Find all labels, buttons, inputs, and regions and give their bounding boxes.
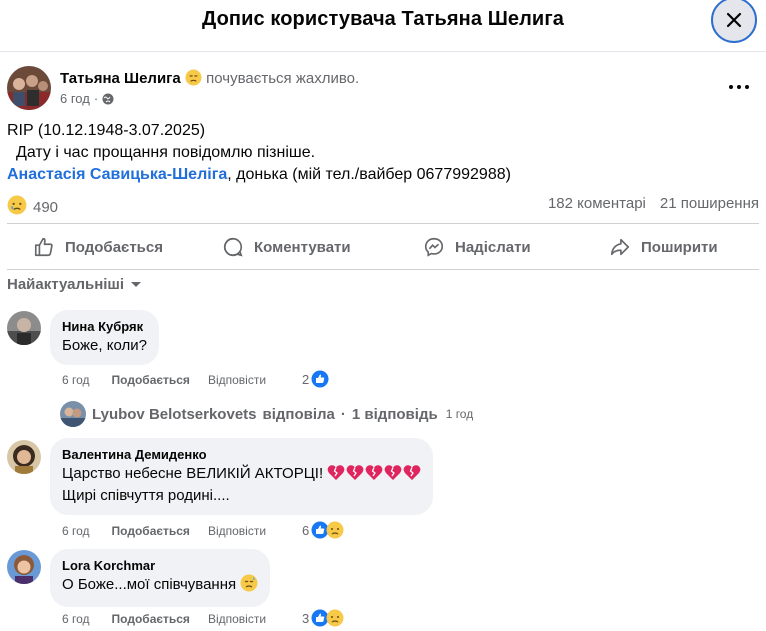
comment-reactions[interactable]: 6	[302, 521, 344, 539]
comment-meta: 6 год Подобається Відповісти	[62, 612, 266, 626]
share-icon	[610, 238, 630, 256]
comment-text-line1: О Боже...мої співчування	[62, 576, 237, 593]
close-icon	[726, 12, 742, 28]
comment-author[interactable]: Lora Korchmar	[62, 557, 258, 574]
comment-reaction-count: 3	[302, 610, 310, 626]
comment-meta: 6 год Подобається Відповісти	[62, 524, 266, 538]
post-line-2: Дату і час прощання повідомлю пізніше.	[16, 144, 316, 161]
sad-emoji-icon	[240, 574, 258, 599]
more-icon[interactable]	[726, 78, 752, 96]
like-button[interactable]: Подобається	[33, 224, 163, 270]
comment-like-button[interactable]: Подобається	[112, 524, 190, 538]
globe-icon	[102, 93, 114, 104]
comment-time[interactable]: 6 год	[62, 612, 90, 626]
comment-reply-button[interactable]: Відповісти	[208, 373, 266, 387]
like-reaction-icon	[311, 370, 329, 388]
reply-separator: ·	[340, 405, 346, 423]
comment-reaction-count: 6	[302, 522, 310, 538]
post-meta: 6 год ·	[60, 91, 114, 106]
comment-time[interactable]: 6 год	[62, 524, 90, 538]
comment-text: Боже, коли?	[62, 337, 147, 354]
send-label: Надіслати	[455, 238, 531, 256]
replies-summary[interactable]: Lyubov Belotserkovets відповіла · 1 відп…	[60, 401, 473, 427]
sort-label: Найактуальніші	[7, 276, 125, 293]
comment-sort-dropdown[interactable]: Найактуальніші	[7, 276, 142, 293]
comment-author[interactable]: Нина Кубряк	[62, 318, 147, 335]
comment-bubble: Валентина Демиденко Царство небесне ВЕЛИ…	[50, 438, 434, 515]
comment-reaction-count: 2	[302, 371, 310, 387]
share-button[interactable]: Поширити	[609, 224, 718, 270]
sad-emoji-icon	[326, 521, 344, 539]
reaction-count: 490	[33, 198, 59, 216]
comment-reactions[interactable]: 2	[302, 370, 329, 388]
close-button[interactable]	[711, 0, 757, 43]
author-name[interactable]: Татьяна Шелига	[60, 70, 181, 87]
thumbs-up-icon	[34, 237, 53, 257]
post-stats: 182 коментарі 21 поширення	[548, 195, 759, 212]
author-avatar[interactable]	[7, 66, 51, 110]
reply-time: 1 год	[445, 407, 474, 421]
dialog-title: Допис користувача Татьяна Шелига	[202, 8, 564, 30]
comments-count[interactable]: 182 коментарі	[548, 195, 646, 212]
messenger-icon	[424, 237, 444, 257]
sad-emoji-icon	[326, 609, 344, 627]
comment-bubble: Lora Korchmar О Боже...мої співчування	[50, 549, 271, 607]
comment-bubble: Нина Кубряк Боже, коли?	[50, 310, 159, 365]
comment-like-button[interactable]: Подобається	[112, 612, 190, 626]
like-label: Подобається	[65, 238, 163, 256]
post-time[interactable]: 6 год	[60, 91, 90, 106]
chevron-down-icon	[131, 281, 142, 287]
comment-reactions[interactable]: 3	[302, 609, 344, 627]
post-line-1: RIP (10.12.1948-3.07.2025)	[7, 122, 206, 139]
reply-count: 1 відповідь	[351, 405, 438, 423]
comment-meta: 6 год Подобається Відповісти	[62, 373, 266, 387]
author-line: Татьяна Шелига почувається жахливо.	[60, 69, 359, 90]
comment-reply-button[interactable]: Відповісти	[208, 524, 266, 538]
comment-text: О Боже...мої співчування	[62, 574, 258, 599]
feeling-text: почувається жахливо.	[206, 70, 360, 87]
post-line-3-rest: , донька (мій тел./вайбер 0677992988)	[227, 166, 511, 183]
avatar	[60, 401, 86, 427]
reply-verb: відповіла	[262, 405, 335, 423]
avatar[interactable]	[7, 550, 41, 584]
comment-like-button[interactable]: Подобається	[112, 373, 190, 387]
avatar[interactable]	[7, 440, 41, 474]
sad-emoji-icon	[185, 69, 202, 90]
post-line-3: Анастасія Савицька-Шеліга, донька (мій т…	[7, 164, 511, 186]
comment-reply-button[interactable]: Відповісти	[208, 612, 266, 626]
send-button[interactable]: Надіслати	[423, 224, 531, 270]
share-label: Поширити	[641, 238, 718, 256]
action-bar: Подобається Коментувати Надіслати Пошири…	[7, 223, 759, 270]
mention-link[interactable]: Анастасія Савицька-Шеліга	[7, 166, 227, 183]
comment-icon	[223, 237, 243, 257]
reactions-summary[interactable]: 490	[7, 195, 58, 219]
shares-count[interactable]: 21 поширення	[660, 195, 759, 212]
post-body: RIP (10.12.1948-3.07.2025) Дату і час пр…	[7, 120, 511, 186]
comment-time[interactable]: 6 год	[62, 373, 90, 387]
reply-author: Lyubov Belotserkovets	[92, 405, 257, 423]
sad-emoji-icon	[7, 195, 27, 219]
comment-label: Коментувати	[254, 238, 351, 256]
comment-text-line2: Щирі співчуття родині....	[62, 487, 230, 504]
broken-heart-icon	[327, 464, 421, 481]
comment-text-line1: Царство небесне ВЕЛИКІЙ АКТОРЦІ!	[62, 465, 324, 482]
dialog-header: Допис користувача Татьяна Шелига	[0, 0, 766, 52]
avatar[interactable]	[7, 311, 41, 345]
comment-author[interactable]: Валентина Демиденко	[62, 446, 421, 463]
comment-text: Царство небесне ВЕЛИКІЙ АКТОРЦІ!	[62, 463, 421, 485]
comment-button[interactable]: Коментувати	[222, 224, 351, 270]
